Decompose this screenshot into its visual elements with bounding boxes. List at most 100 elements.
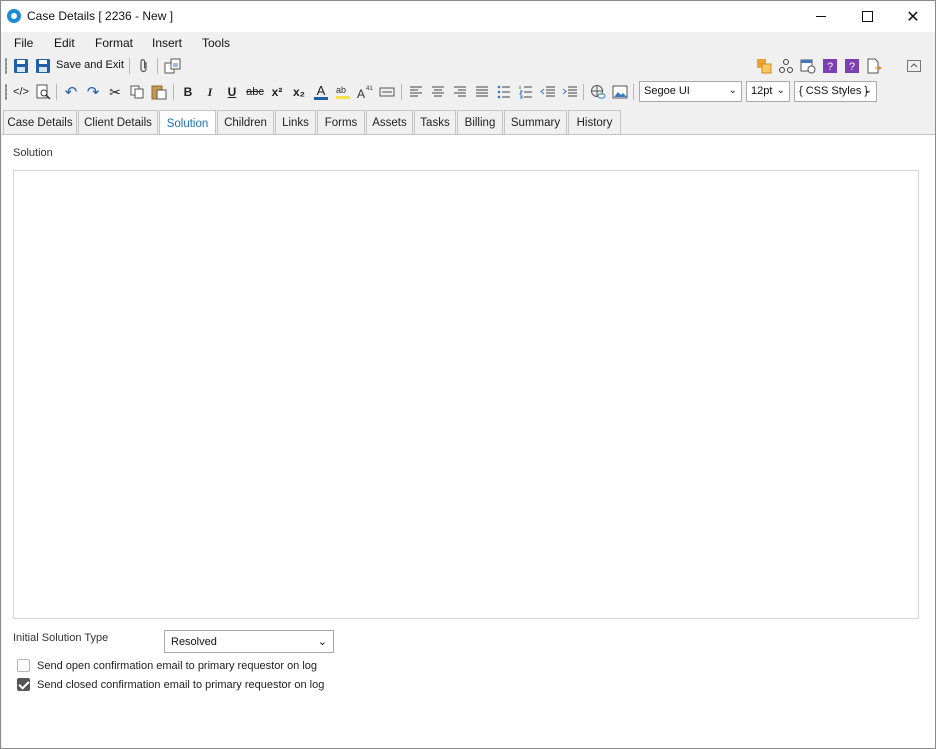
chevron-down-icon: ⌄ — [863, 85, 872, 96]
horizontal-rule-icon — [379, 87, 395, 97]
font-size-icon: A 41 — [357, 86, 373, 100]
schedule-button[interactable] — [799, 57, 817, 75]
initial-solution-type-label: Initial Solution Type — [13, 632, 109, 644]
tab-tasks[interactable]: Tasks — [414, 110, 456, 135]
toolbar-separator — [56, 84, 57, 100]
close-button[interactable]: ✕ — [890, 1, 936, 32]
insert-image-button[interactable] — [611, 83, 629, 101]
minimize-button[interactable] — [798, 1, 844, 32]
copy-document-icon — [164, 58, 181, 74]
undo-icon: ↶ — [64, 84, 78, 101]
menu-edit[interactable]: Edit — [54, 36, 75, 50]
copy-case-button[interactable] — [164, 57, 182, 75]
numbered-list-button[interactable] — [517, 83, 535, 101]
subscript-button[interactable]: x₂ — [290, 83, 308, 101]
preview-icon — [36, 84, 51, 100]
paste-button[interactable] — [150, 83, 168, 101]
tab-client-details[interactable]: Client Details — [78, 110, 158, 135]
html-source-button[interactable]: </> — [11, 83, 31, 101]
strikethrough-icon: abc — [246, 86, 264, 98]
cut-button[interactable]: ✂ — [106, 83, 124, 101]
help-button[interactable]: ? — [843, 57, 861, 75]
tab-history[interactable]: History — [568, 110, 621, 135]
tab-forms[interactable]: Forms — [317, 110, 365, 135]
workflow-button[interactable] — [777, 57, 795, 75]
outdent-button[interactable] — [539, 83, 557, 101]
save-exit-icon — [36, 59, 50, 73]
preview-button[interactable] — [34, 83, 52, 101]
menu-format[interactable]: Format — [95, 36, 133, 50]
maximize-button[interactable] — [844, 1, 890, 32]
tab-case-details[interactable]: Case Details — [3, 110, 77, 135]
italic-button[interactable]: I — [201, 83, 219, 101]
attachment-button[interactable] — [135, 57, 153, 75]
tab-solution[interactable]: Solution — [159, 110, 216, 136]
justify-button[interactable] — [473, 83, 491, 101]
title-bar: Case Details [ 2236 - New ] ✕ — [1, 1, 935, 32]
tab-strip: Case Details Client Details Solution Chi… — [1, 110, 935, 136]
save-and-exit-label[interactable]: Save and Exit — [56, 59, 124, 71]
font-size-select[interactable]: 12pt ⌄ — [746, 81, 790, 102]
indent-icon — [562, 86, 577, 97]
undo-button[interactable]: ↶ — [62, 83, 80, 101]
menu-tools[interactable]: Tools — [202, 36, 230, 50]
redo-icon: ↷ — [86, 84, 100, 101]
outdent-icon — [540, 86, 555, 97]
redo-button[interactable]: ↷ — [84, 83, 102, 101]
copy-button[interactable] — [128, 83, 146, 101]
align-center-button[interactable] — [429, 83, 447, 101]
case-details-window: Case Details [ 2236 - New ] ✕ File Edit … — [0, 0, 936, 749]
collapse-toolbar-button[interactable] — [905, 57, 923, 75]
paperclip-icon — [140, 59, 147, 73]
paste-icon — [151, 85, 167, 100]
toolbar-grip[interactable] — [5, 58, 7, 74]
align-right-icon — [454, 86, 466, 97]
tab-links[interactable]: Links — [275, 110, 316, 135]
font-color-swatch — [314, 96, 328, 100]
document-export-icon — [867, 58, 882, 74]
closed-email-checkbox[interactable] — [17, 678, 30, 691]
closed-email-label[interactable]: Send closed confirmation email to primar… — [37, 679, 324, 691]
open-email-checkbox[interactable] — [17, 659, 30, 672]
css-styles-select[interactable]: { CSS Styles } ⌄ — [794, 81, 877, 102]
toolbar-separator — [583, 84, 584, 100]
bold-button[interactable]: B — [179, 83, 197, 101]
insert-link-button[interactable] — [589, 83, 607, 101]
font-color-button[interactable]: A — [312, 83, 330, 101]
save-and-exit-button[interactable] — [34, 57, 52, 75]
tab-billing[interactable]: Billing — [457, 110, 503, 135]
horizontal-rule-button[interactable] — [378, 83, 396, 101]
strikethrough-button[interactable]: abc — [245, 83, 265, 101]
open-email-label[interactable]: Send open confirmation email to primary … — [37, 660, 317, 672]
bullet-list-button[interactable] — [495, 83, 513, 101]
save-button[interactable] — [12, 57, 30, 75]
knowledge-base-button[interactable]: ? — [821, 57, 839, 75]
closed-email-row: Send closed confirmation email to primar… — [17, 678, 324, 691]
tab-summary[interactable]: Summary — [504, 110, 567, 135]
assign-button[interactable] — [755, 57, 773, 75]
window-title: Case Details [ 2236 - New ] — [27, 9, 174, 23]
indent-button[interactable] — [561, 83, 579, 101]
export-button[interactable] — [865, 57, 883, 75]
bold-icon: B — [183, 85, 193, 99]
initial-solution-type-select[interactable]: Resolved ⌄ — [164, 630, 334, 653]
tab-assets[interactable]: Assets — [366, 110, 413, 135]
workflow-icon — [779, 59, 793, 73]
align-right-button[interactable] — [451, 83, 469, 101]
highlight-button[interactable]: ab — [334, 83, 352, 101]
solution-label: Solution — [13, 147, 53, 159]
menu-file[interactable]: File — [14, 36, 33, 50]
solution-editor[interactable] — [13, 170, 919, 619]
toolbar-grip[interactable] — [5, 84, 7, 100]
font-family-select[interactable]: Segoe UI ⌄ — [639, 81, 742, 102]
toolbar-separator — [173, 84, 174, 100]
menu-insert[interactable]: Insert — [152, 36, 182, 50]
font-size-button[interactable]: A 41 — [356, 83, 374, 101]
align-left-button[interactable] — [407, 83, 425, 101]
underline-button[interactable]: U — [223, 83, 241, 101]
help-link-icon: ? — [823, 59, 837, 73]
menu-bar: File Edit Format Insert Tools — [1, 32, 935, 54]
tab-children[interactable]: Children — [217, 110, 274, 135]
superscript-button[interactable]: x² — [268, 83, 286, 101]
underline-icon: U — [227, 85, 237, 99]
